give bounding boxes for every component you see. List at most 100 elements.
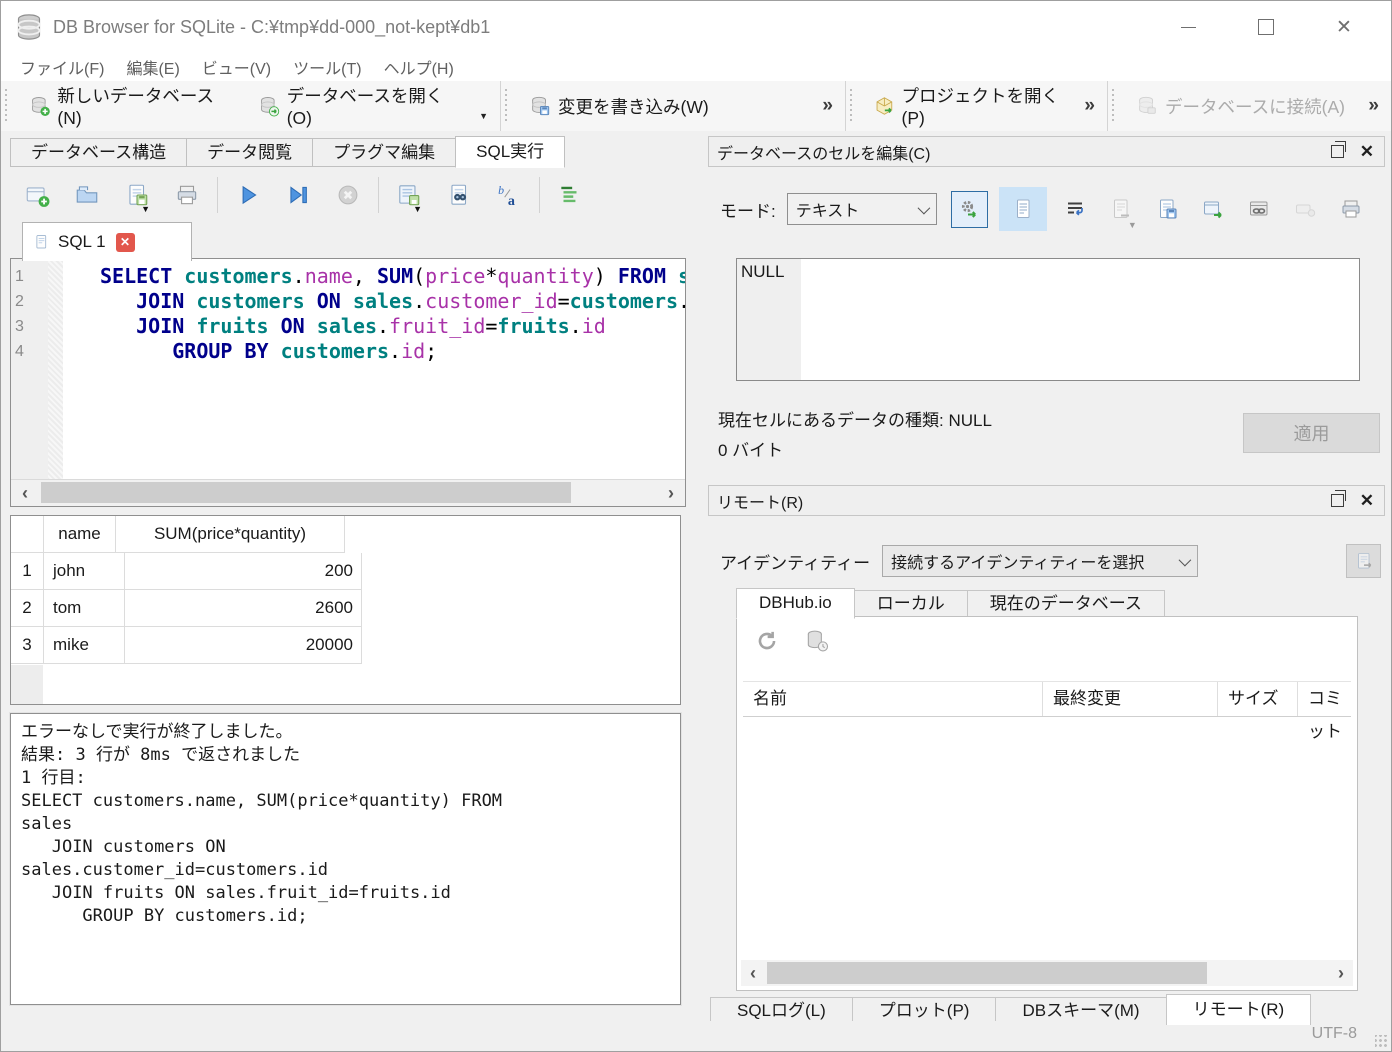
print-cell-button[interactable] (1334, 192, 1369, 227)
toolbar-handle[interactable] (504, 89, 509, 123)
refresh-remote-button[interactable] (753, 627, 781, 655)
table-row[interactable]: 3mike20000 (11, 627, 680, 664)
float-panel-icon[interactable] (1331, 145, 1344, 158)
sql-tab-label: SQL 1 (58, 232, 106, 252)
find-button[interactable] (434, 175, 484, 215)
scrollbar-thumb[interactable] (41, 482, 571, 503)
export-data-button[interactable] (1150, 192, 1185, 227)
dropdown-arrow-icon[interactable]: ▼ (141, 204, 150, 214)
result-cell[interactable]: 20000 (125, 627, 362, 664)
remote-tab[interactable]: 現在のデータベース (967, 590, 1165, 619)
import-data-button[interactable]: ▼ (1104, 192, 1139, 227)
result-cell[interactable]: 2600 (125, 590, 362, 627)
text-mode-button[interactable] (999, 187, 1047, 231)
auto-complete-button[interactable]: ba (484, 175, 534, 215)
edit-cell-panel-header[interactable]: データベースのセルを編集(C) ✕ (708, 136, 1385, 167)
main-tab[interactable]: データ閲覧 (186, 138, 313, 167)
resize-grip[interactable] (1375, 1035, 1388, 1048)
sql-editor-tab[interactable]: SQL 1 ✕ (22, 222, 192, 261)
scrollbar-thumb[interactable] (767, 962, 1207, 984)
scroll-left-icon[interactable]: ‹ (11, 480, 39, 506)
main-tab[interactable]: プラグマ編集 (312, 138, 456, 167)
copy-link-button[interactable] (1242, 192, 1277, 227)
results-column-header[interactable]: SUM(price*quantity) (116, 516, 345, 553)
dropdown-arrow-icon[interactable]: ▼ (479, 111, 488, 121)
save-results-button[interactable]: ▼ (384, 175, 434, 215)
null-btn-icon (1293, 197, 1317, 221)
new-database-button[interactable]: 新しいデータベース(N) (17, 85, 246, 127)
toolbar-handle[interactable] (4, 89, 9, 123)
result-cell[interactable]: tom (44, 590, 125, 627)
set-null-button[interactable] (1288, 192, 1323, 227)
main-tab[interactable]: データベース構造 (10, 138, 187, 167)
execution-log-box[interactable]: エラーなしで実行が終了しました。 結果: 3 行が 8ms で返されました 1 … (10, 713, 681, 1005)
new-sql-tab-button[interactable] (12, 175, 62, 215)
open-project-button[interactable]: プロジェクトを開く(P) (862, 85, 1085, 127)
line-number: 3 (11, 314, 48, 339)
scroll-right-icon[interactable]: › (1329, 960, 1353, 986)
identity-combo[interactable]: 接続するアイデンティティーを選択 (882, 545, 1198, 577)
save-sql-file-button[interactable]: ▼ (112, 175, 162, 215)
clone-identity-button[interactable] (1346, 544, 1381, 578)
maximize-button[interactable] (1227, 1, 1305, 53)
open-in-window-button[interactable] (1196, 192, 1231, 227)
apply-button[interactable]: 適用 (1243, 413, 1380, 453)
write-changes-button[interactable]: 変更を書き込み(W) (517, 85, 721, 127)
sql-code-area[interactable]: SELECT customers.name, SUM(price*quantit… (63, 259, 685, 480)
table-row[interactable]: 2tom2600 (11, 590, 680, 627)
main-tab[interactable]: SQL実行 (455, 136, 565, 168)
cell-value: NULL (741, 262, 784, 282)
close-panel-icon[interactable]: ✕ (1360, 143, 1374, 160)
result-cell[interactable]: mike (44, 627, 125, 664)
toolbar-handle[interactable] (1111, 89, 1116, 123)
open-database-button[interactable]: データベースを開く(O)▼ (246, 85, 500, 127)
dropdown-arrow-icon[interactable]: ▼ (1128, 220, 1137, 230)
scroll-right-icon[interactable]: › (657, 480, 685, 506)
float-panel-icon[interactable] (1331, 494, 1344, 507)
close-panel-icon[interactable]: ✕ (1360, 492, 1374, 509)
cell-value-editor[interactable]: NULL (736, 258, 1360, 381)
remote-tab[interactable]: ローカル (854, 590, 968, 619)
dock-tab[interactable]: リモート(R) (1166, 994, 1312, 1025)
dropdown-arrow-icon[interactable]: ▼ (413, 204, 422, 214)
close-tab-icon[interactable]: ✕ (116, 233, 135, 252)
remote-horizontal-scrollbar[interactable]: ‹ › (741, 960, 1353, 986)
editor-horizontal-scrollbar[interactable]: ‹ › (11, 479, 685, 506)
auto-apply-toggle[interactable] (951, 191, 988, 228)
menu-item[interactable]: ヘルプ(H) (373, 55, 465, 79)
minimize-button[interactable] (1149, 1, 1227, 53)
format-sql-button[interactable] (545, 175, 595, 215)
scroll-left-icon[interactable]: ‹ (741, 960, 765, 986)
menu-item[interactable]: ツール(T) (282, 55, 372, 79)
sql-open-icon (74, 182, 100, 208)
remote-column-header[interactable]: コミット (1298, 682, 1351, 716)
result-cell[interactable]: john (44, 553, 125, 590)
sql-editor[interactable]: 1234 SELECT customers.name, SUM(price*qu… (10, 258, 686, 507)
mode-combo[interactable]: テキスト (787, 193, 937, 225)
menu-item[interactable]: ビュー(V) (191, 55, 282, 79)
toolbar-overflow-button[interactable]: » (1084, 95, 1095, 117)
menu-item[interactable]: 編集(E) (115, 55, 190, 79)
toolbar-overflow-button[interactable]: » (822, 95, 833, 117)
execute-line-button[interactable] (273, 175, 323, 215)
word-wrap-button[interactable] (1058, 192, 1093, 227)
encoding-selector[interactable]: UTF-8 (1312, 1025, 1357, 1043)
table-row[interactable]: 1john200 (11, 553, 680, 590)
results-column-header[interactable]: name (44, 516, 116, 553)
execute-sql-button[interactable] (223, 175, 273, 215)
close-button[interactable]: ✕ (1305, 1, 1383, 53)
stop-sql-button[interactable] (323, 175, 373, 215)
open-sql-file-button[interactable] (62, 175, 112, 215)
remote-panel-header[interactable]: リモート(R) ✕ (708, 485, 1385, 516)
remote-tab[interactable]: DBHub.io (736, 588, 855, 619)
result-cell[interactable]: 200 (125, 553, 362, 590)
print-sql-button[interactable] (162, 175, 212, 215)
toolbar-handle[interactable] (849, 89, 854, 123)
remote-column-header[interactable]: サイズ (1218, 682, 1298, 716)
menu-item[interactable]: ファイル(F) (9, 55, 115, 79)
toolbar-overflow-button[interactable]: » (1368, 95, 1379, 117)
clone-database-button[interactable] (803, 627, 831, 655)
connect-database-button[interactable]: データベースに接続(A) (1124, 85, 1357, 127)
remote-column-header[interactable]: 最終変更 (1043, 682, 1218, 716)
remote-column-header[interactable]: 名前 (743, 682, 1043, 716)
